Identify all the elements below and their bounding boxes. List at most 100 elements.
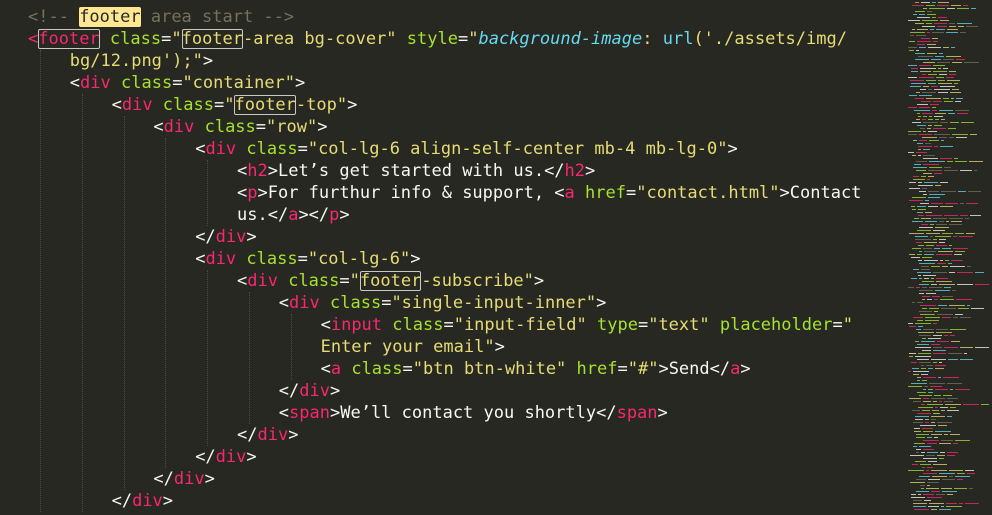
minimap-line [935,407,938,408]
code-line[interactable]: bg/12.png');"> [70,50,213,72]
minimap-line [919,362,931,363]
code-line[interactable]: <div class="footer-top"> [112,94,357,116]
minimap-line [937,26,947,27]
minimap-line [929,116,932,117]
code-line[interactable]: </div> [279,380,340,402]
minimap-line [937,422,952,423]
minimap-line [909,188,920,189]
minimap[interactable] [905,0,992,515]
minimap-line [927,11,932,12]
code-token: "container" [182,73,296,93]
minimap-line [946,506,962,507]
minimap-line [928,170,942,171]
minimap-line [911,494,916,495]
minimap-line [941,506,944,507]
minimap-line [948,113,955,114]
minimap-line [920,425,936,426]
minimap-line [949,218,963,219]
minimap-line [965,470,974,471]
code-editor[interactable]: <!-- footer area start --> <footer class=… [0,0,992,515]
code-line[interactable]: <span>We’ll contact you shortly</span> [279,402,668,424]
minimap-line [936,281,952,282]
minimap-line [918,275,921,276]
minimap-line [936,332,952,333]
code-token: > [295,73,306,93]
code-line[interactable]: </div> [153,468,214,490]
minimap-line [919,284,929,285]
code-token: </ [237,425,258,445]
code-line[interactable]: Enter your email"> [321,336,505,358]
minimap-line [968,191,981,192]
minimap-line [928,74,937,75]
minimap-line [917,41,931,42]
code-line[interactable]: <div class="footer-subscribe"> [237,270,544,292]
minimap-line [931,284,937,285]
minimap-line [917,320,923,321]
minimap-line [935,185,941,186]
minimap-line [919,65,931,66]
code-token: < [320,315,331,335]
minimap-line [917,104,928,105]
code-token: < [195,139,206,159]
minimap-line [912,209,916,210]
minimap-line [974,170,977,171]
code-line[interactable]: <div class="single-input-inner"> [279,292,607,314]
code-token: = [172,73,183,93]
code-line[interactable]: </div> [237,424,298,446]
code-line[interactable]: <div class="row"> [153,116,327,138]
code-line[interactable]: <div class="container"> [70,72,305,94]
code-line[interactable]: <div class="col-lg-6 align-self-center m… [195,138,738,160]
minimap-line [921,224,928,225]
minimap-line [947,398,958,399]
code-line[interactable]: </div> [195,446,256,468]
minimap-line [941,140,944,141]
code-line[interactable]: <h2>Let’s get started with us.</h2> [237,160,595,182]
minimap-line [923,449,934,450]
code-line[interactable]: <input class="input-field" type="text" p… [321,314,853,336]
minimap-line [955,314,963,315]
minimap-line [944,101,953,102]
minimap-line [958,26,964,27]
minimap-line [910,32,925,33]
search-match-highlight: footer [234,95,296,115]
minimap-line [941,488,952,489]
minimap-line [924,500,931,501]
code-token: div [289,293,320,313]
minimap-line [934,248,940,249]
code-token: a [288,205,299,225]
minimap-line [942,479,955,480]
code-token: = [637,315,649,335]
minimap-line [944,167,951,168]
code-token: >Let’s get started with us.</ [267,161,565,181]
minimap-line [923,149,930,150]
minimap-line [920,89,926,90]
minimap-line [947,383,962,384]
minimap-line [944,347,958,348]
code-line[interactable]: <footer class="footer-area bg-cover" sty… [28,28,847,50]
indent-guide [249,292,250,424]
minimap-line [917,392,926,393]
minimap-line [919,227,933,228]
minimap-line [939,110,953,111]
code-line[interactable]: <a class="btn btn-white" href="#">Send</… [321,358,751,380]
minimap-line [913,269,919,270]
code-line[interactable]: </div> [112,490,173,512]
minimap-line [941,119,945,120]
code-token: background-image [478,29,643,49]
minimap-line [924,182,938,183]
minimap-line [967,473,975,474]
code-line[interactable]: us.</a></p> [237,204,350,226]
minimap-line [921,2,930,3]
code-line[interactable]: <div class="col-lg-6"> [195,248,420,270]
minimap-line [949,272,955,273]
code-area[interactable]: <!-- footer area start --> <footer class=… [0,0,905,515]
code-token: " [468,29,479,49]
code-line[interactable]: <p>For furthur info & support, <a href="… [237,182,861,204]
minimap-line [947,8,955,9]
code-line[interactable]: <!-- footer area start --> [28,6,294,28]
minimap-line [949,26,956,27]
minimap-line [944,335,948,336]
minimap-line [928,176,934,177]
code-line[interactable]: </div> [195,226,256,248]
minimap-line [928,479,940,480]
